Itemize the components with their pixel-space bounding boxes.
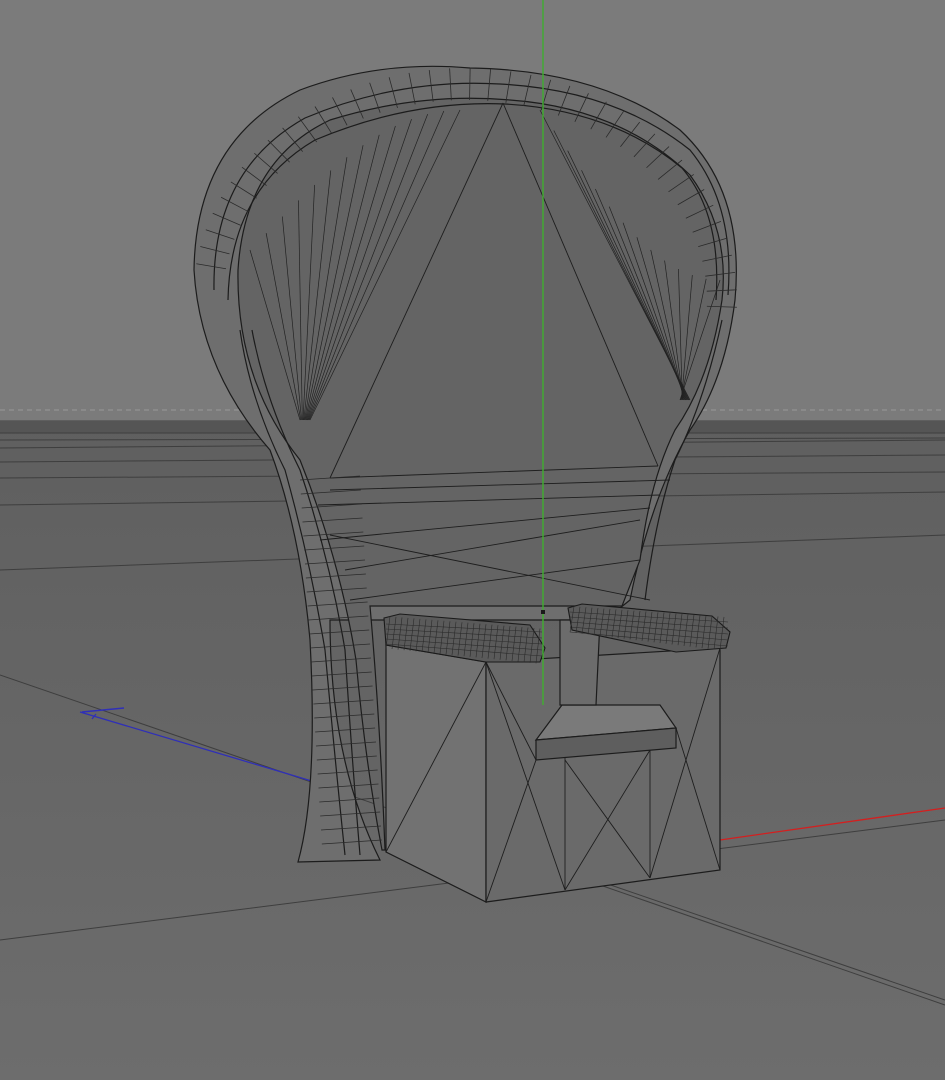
viewport-canvas[interactable] <box>0 0 945 1080</box>
pivot-point <box>541 610 545 614</box>
chair-base[interactable] <box>385 619 721 903</box>
chair-base-front <box>485 647 721 903</box>
3d-viewport[interactable] <box>0 0 945 1080</box>
rim-segment-line <box>469 68 471 101</box>
